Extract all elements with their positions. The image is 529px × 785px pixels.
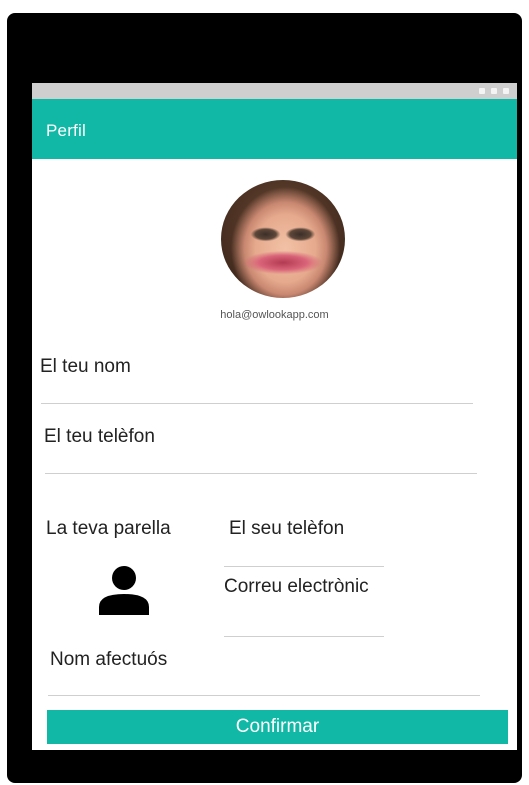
name-field[interactable]: El teu nom xyxy=(40,356,131,378)
partner-phone-underline xyxy=(224,566,384,567)
confirm-button[interactable]: Confirmar xyxy=(47,710,508,744)
app-bar: Perfil xyxy=(32,99,517,159)
partner-label: La teva parella xyxy=(46,518,171,539)
nickname-field-underline xyxy=(48,695,480,696)
battery-icon xyxy=(503,88,509,94)
nickname-field[interactable]: Nom afectuós xyxy=(50,649,167,671)
phone-field[interactable]: El teu telèfon xyxy=(44,426,155,448)
person-icon[interactable] xyxy=(99,565,149,615)
app-bar-title: Perfil xyxy=(46,121,86,140)
signal-icon xyxy=(491,88,497,94)
name-field-underline xyxy=(41,403,473,404)
device-frame: Perfil hola@owlookapp.com El teu nom El … xyxy=(7,13,522,783)
phone-field-underline xyxy=(45,473,477,474)
wifi-icon xyxy=(479,88,485,94)
profile-avatar[interactable] xyxy=(221,180,345,298)
partner-email-underline xyxy=(224,636,384,637)
partner-phone-field[interactable]: El seu telèfon xyxy=(229,518,344,540)
status-bar xyxy=(32,83,517,99)
app-screen: Perfil hola@owlookapp.com El teu nom El … xyxy=(32,83,517,750)
partner-email-field[interactable]: Correu electrònic xyxy=(224,576,369,598)
profile-email: hola@owlookapp.com xyxy=(220,309,329,321)
